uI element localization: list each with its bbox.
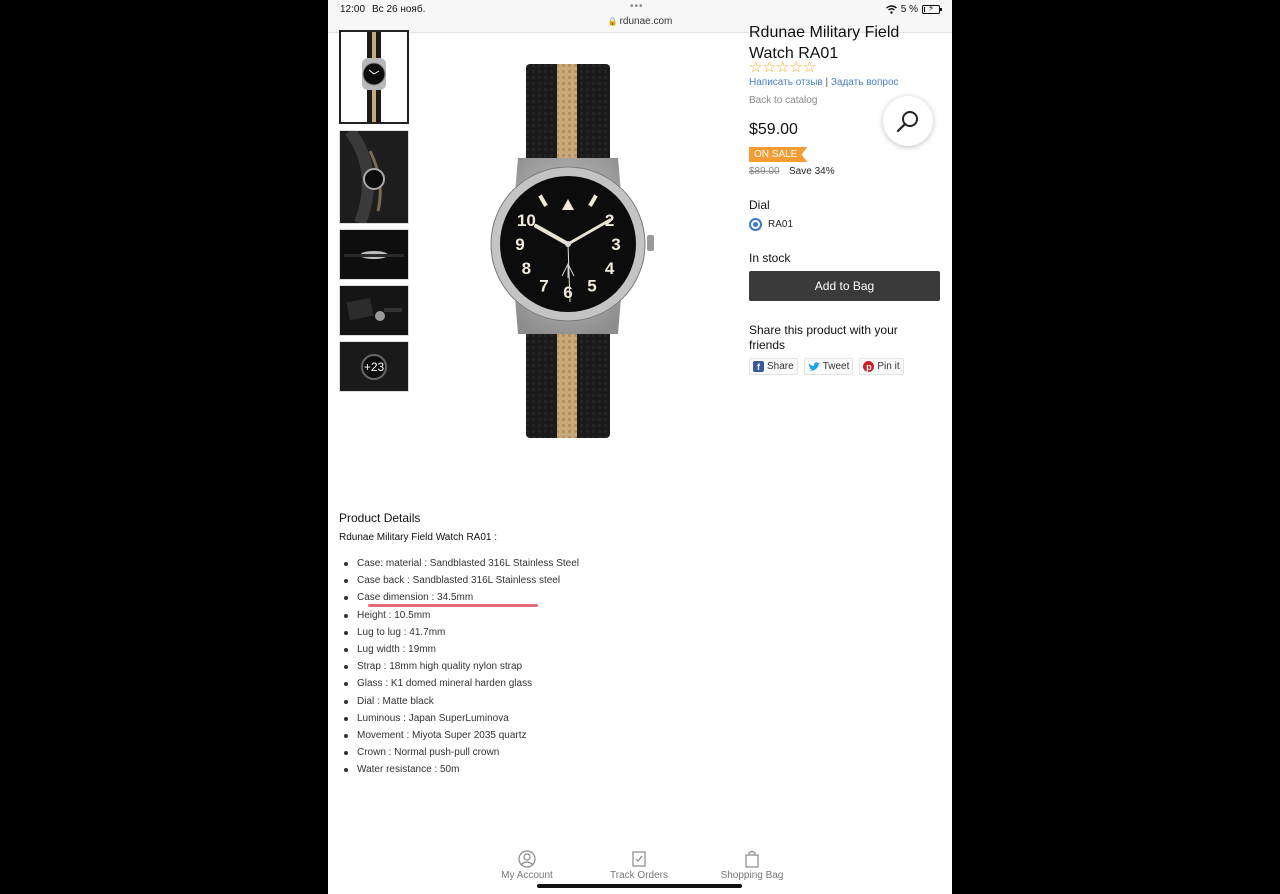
- spec-item: Height : 10.5mm: [344, 609, 579, 626]
- spec-item: Dial : Matte black: [344, 695, 579, 712]
- home-indicator[interactable]: [537, 884, 742, 888]
- status-time: 12:00: [340, 4, 366, 15]
- lock-icon: 🔒: [607, 17, 618, 26]
- status-right: 5 % ⚡: [885, 3, 942, 15]
- dial-numeral: 7: [539, 277, 548, 296]
- pinterest-share-label: Pin it: [877, 361, 900, 372]
- spec-item: Luminous : Japan SuperLuminova: [344, 712, 579, 729]
- spec-item: Glass : K1 domed mineral harden glass: [344, 677, 579, 694]
- add-to-bag-button[interactable]: Add to Bag: [749, 271, 940, 301]
- nav-shopping-bag-label: Shopping Bag: [720, 870, 784, 881]
- details-heading: Product Details: [339, 511, 421, 525]
- url-text: rdunae.com: [619, 16, 673, 27]
- nav-shopping-bag[interactable]: Shopping Bag: [702, 850, 802, 881]
- original-price: $89.00: [749, 166, 780, 177]
- save-percent: Save 34%: [789, 166, 835, 177]
- pinterest-icon: p: [863, 361, 875, 372]
- dial-numeral: 3: [611, 235, 620, 254]
- thumbnail-1[interactable]: [339, 30, 409, 124]
- dial-numeral: 10: [517, 211, 536, 230]
- facebook-share-label: Share: [767, 361, 794, 372]
- stock-status: In stock: [749, 251, 791, 265]
- thumbnail-3[interactable]: [339, 229, 409, 280]
- thumbnail-package-image: [340, 286, 408, 335]
- product-main-image[interactable]: 1029384765: [478, 58, 668, 448]
- back-to-catalog-link[interactable]: Back to catalog: [749, 95, 817, 106]
- dial-numeral: 4: [605, 259, 615, 278]
- dial-option-ra01[interactable]: RA01: [749, 218, 793, 231]
- wifi-icon: [885, 5, 897, 14]
- product-price: $59.00: [749, 121, 798, 138]
- ask-question-link[interactable]: Задать вопрос: [831, 77, 899, 88]
- nav-my-account[interactable]: My Account: [477, 850, 577, 881]
- share-heading: Share this product with your friends: [749, 323, 898, 352]
- review-separator: |: [825, 77, 829, 88]
- shopping-bag-icon: [745, 850, 759, 868]
- facebook-share-button[interactable]: f Share: [749, 358, 798, 375]
- spec-item: Movement : Miyota Super 2035 quartz: [344, 729, 579, 746]
- dial-numeral: 5: [587, 277, 596, 296]
- nav-my-account-label: My Account: [501, 870, 553, 881]
- dial-numeral: 9: [515, 235, 524, 254]
- spec-item: Strap : 18mm high quality nylon strap: [344, 660, 579, 677]
- pinterest-share-button[interactable]: p Pin it: [859, 358, 904, 375]
- twitter-share-label: Tweet: [822, 361, 850, 372]
- spec-item: Case back : Sandblasted 316L Stainless s…: [344, 574, 579, 591]
- spec-item: Case: material : Sandblasted 316L Stainl…: [344, 557, 579, 574]
- more-dots-icon[interactable]: •••: [630, 1, 644, 12]
- battery-percent: 5 %: [900, 4, 918, 15]
- track-orders-icon: [632, 851, 646, 867]
- dial-numeral: 8: [522, 259, 531, 278]
- thumbnail-4[interactable]: [339, 285, 409, 336]
- battery-icon: ⚡: [922, 3, 942, 14]
- search-button[interactable]: [883, 96, 933, 146]
- thumbnail-2[interactable]: [339, 130, 409, 224]
- twitter-share-button[interactable]: Tweet: [803, 358, 854, 375]
- spec-item: Crown : Normal push-pull crown: [344, 746, 579, 763]
- write-review-link[interactable]: Написать отзыв: [749, 77, 823, 88]
- account-icon: [518, 850, 536, 868]
- spec-item: Lug width : 19mm: [344, 643, 579, 660]
- dial-numeral: 6: [563, 283, 572, 302]
- twitter-icon: [808, 361, 820, 371]
- nav-track-orders-label: Track Orders: [610, 870, 668, 881]
- dial-option-text: RA01: [768, 219, 794, 230]
- details-subheading: Rdunae Military Field Watch RA01 :: [339, 532, 498, 543]
- browser-screen: 12:00 Вс 26 нояб. ••• 🔒rdunae.com 5 % ⚡: [328, 0, 952, 894]
- battery-fill: [924, 7, 925, 12]
- review-links: Написать отзыв | Задать вопрос: [749, 77, 899, 88]
- annotation-underline: [368, 604, 538, 607]
- thumbnail-lifestyle-image: [340, 131, 408, 223]
- dial-option-label: Dial: [749, 198, 770, 212]
- search-icon: [896, 111, 918, 133]
- rating-stars[interactable]: ☆☆☆☆☆: [749, 58, 816, 76]
- charging-bolt-icon: ⚡: [928, 3, 935, 13]
- sale-badge: ON SALE: [749, 147, 808, 162]
- facebook-icon: f: [753, 361, 764, 372]
- spec-list: Case: material : Sandblasted 316L Stainl…: [344, 557, 579, 780]
- spec-item: Lug to lug : 41.7mm: [344, 626, 579, 643]
- thumbnail-watch-image: [362, 32, 386, 122]
- more-images-count: +23: [363, 359, 385, 374]
- status-date: Вс 26 нояб.: [372, 4, 426, 15]
- thumbnail-more[interactable]: +23: [339, 341, 409, 392]
- nav-track-orders[interactable]: Track Orders: [589, 850, 689, 881]
- share-buttons: f Share Tweet p Pin it: [749, 358, 904, 375]
- spec-item: Water resistance : 50m: [344, 763, 579, 780]
- radio-selected-icon[interactable]: [749, 218, 762, 231]
- thumbnail-side-image: [340, 230, 408, 279]
